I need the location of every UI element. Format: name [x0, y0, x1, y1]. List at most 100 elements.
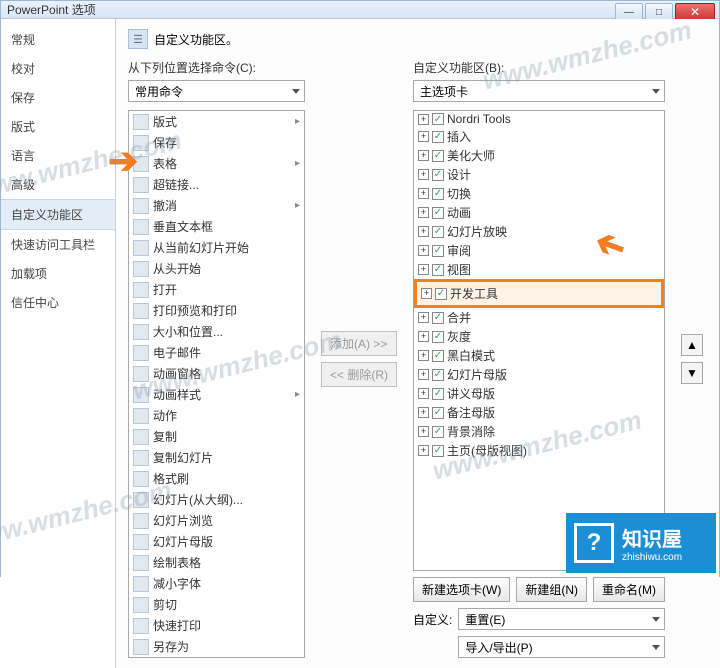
expand-icon[interactable]: +: [418, 150, 429, 161]
tree-checkbox[interactable]: [432, 207, 444, 219]
command-item[interactable]: 打印预览和打印: [129, 300, 304, 321]
tree-item[interactable]: +Nordri Tools: [414, 111, 664, 127]
command-item[interactable]: 幻灯片(从大纲)...: [129, 489, 304, 510]
tree-checkbox[interactable]: [432, 169, 444, 181]
tree-checkbox[interactable]: [432, 350, 444, 362]
tree-item[interactable]: +审阅: [414, 241, 664, 260]
command-item[interactable]: 动画样式▸: [129, 384, 304, 405]
tree-checkbox[interactable]: [432, 245, 444, 257]
tabs-scope-dropdown[interactable]: 主选项卡: [413, 80, 665, 102]
expand-icon[interactable]: +: [418, 388, 429, 399]
expand-icon[interactable]: +: [418, 312, 429, 323]
sidebar-item[interactable]: 快速访问工具栏: [1, 230, 115, 259]
expand-icon[interactable]: +: [418, 114, 429, 125]
commands-source-dropdown[interactable]: 常用命令: [128, 80, 305, 102]
tree-item[interactable]: +黑白模式: [414, 346, 664, 365]
expand-icon[interactable]: +: [418, 264, 429, 275]
command-item[interactable]: 减小字体: [129, 573, 304, 594]
tree-item[interactable]: +备注母版: [414, 403, 664, 422]
tree-checkbox[interactable]: [432, 407, 444, 419]
command-item[interactable]: 格式刷: [129, 468, 304, 489]
tree-checkbox[interactable]: [432, 388, 444, 400]
expand-icon[interactable]: +: [421, 288, 432, 299]
tree-item[interactable]: +灰度: [414, 327, 664, 346]
expand-icon[interactable]: +: [418, 188, 429, 199]
expand-icon[interactable]: +: [418, 169, 429, 180]
sidebar-item[interactable]: 校对: [1, 54, 115, 83]
tree-item[interactable]: +插入: [414, 127, 664, 146]
tree-checkbox[interactable]: [432, 131, 444, 143]
expand-icon[interactable]: +: [418, 407, 429, 418]
new-group-button[interactable]: 新建组(N): [516, 577, 587, 602]
tree-item[interactable]: +美化大师: [414, 146, 664, 165]
sidebar-item[interactable]: 版式: [1, 112, 115, 141]
command-item[interactable]: 幻灯片母版: [129, 531, 304, 552]
tree-checkbox[interactable]: [432, 226, 444, 238]
tree-checkbox[interactable]: [432, 445, 444, 457]
tree-item[interactable]: +幻灯片放映: [414, 222, 664, 241]
commands-listbox[interactable]: 版式▸保存表格▸超链接...撤消▸垂直文本框从当前幻灯片开始从头开始打开打印预览…: [128, 110, 305, 658]
tree-checkbox[interactable]: [432, 312, 444, 324]
command-item[interactable]: 版式▸: [129, 111, 304, 132]
command-item[interactable]: 复制幻灯片: [129, 447, 304, 468]
tree-checkbox[interactable]: [432, 150, 444, 162]
expand-icon[interactable]: +: [418, 131, 429, 142]
tree-checkbox[interactable]: [432, 264, 444, 276]
command-item[interactable]: 从头开始: [129, 258, 304, 279]
command-item[interactable]: 打开: [129, 279, 304, 300]
ribbon-tree[interactable]: +Nordri Tools+插入+美化大师+设计+切换+动画+幻灯片放映+审阅+…: [413, 110, 665, 571]
tree-checkbox[interactable]: [432, 369, 444, 381]
command-item[interactable]: 超链接...: [129, 174, 304, 195]
expand-icon[interactable]: +: [418, 369, 429, 380]
command-item[interactable]: 快速打印: [129, 615, 304, 636]
command-item[interactable]: 剪切: [129, 594, 304, 615]
tree-item[interactable]: +背景消除: [414, 422, 664, 441]
expand-icon[interactable]: +: [418, 331, 429, 342]
command-item[interactable]: 从当前幻灯片开始: [129, 237, 304, 258]
expand-icon[interactable]: +: [418, 245, 429, 256]
command-item[interactable]: 撤消▸: [129, 195, 304, 216]
expand-icon[interactable]: +: [418, 350, 429, 361]
tree-checkbox[interactable]: [432, 113, 444, 125]
tree-checkbox[interactable]: [432, 331, 444, 343]
tree-item[interactable]: +幻灯片母版: [414, 365, 664, 384]
command-item[interactable]: 垂直文本框: [129, 216, 304, 237]
command-item[interactable]: 大小和位置...: [129, 321, 304, 342]
sidebar-item[interactable]: 常规: [1, 25, 115, 54]
expand-icon[interactable]: +: [418, 207, 429, 218]
sidebar-item[interactable]: 信任中心: [1, 288, 115, 317]
tree-item[interactable]: +视图: [414, 260, 664, 279]
expand-icon[interactable]: +: [418, 426, 429, 437]
command-item[interactable]: 另存为: [129, 636, 304, 657]
add-button[interactable]: 添加(A) >>: [321, 331, 397, 356]
tree-item[interactable]: +合并: [414, 308, 664, 327]
tree-item[interactable]: +主页(母版视图): [414, 441, 664, 460]
rename-button[interactable]: 重命名(M): [593, 577, 665, 602]
command-item[interactable]: 表格▸: [129, 153, 304, 174]
tree-item[interactable]: +设计: [414, 165, 664, 184]
command-item[interactable]: 绘制表格: [129, 552, 304, 573]
tree-item[interactable]: +动画: [414, 203, 664, 222]
sidebar-item[interactable]: 高级: [1, 170, 115, 199]
tree-checkbox[interactable]: [432, 426, 444, 438]
tree-item[interactable]: +讲义母版: [414, 384, 664, 403]
move-down-button[interactable]: ▼: [681, 362, 703, 384]
command-item[interactable]: 动作: [129, 405, 304, 426]
remove-button[interactable]: << 删除(R): [321, 362, 397, 387]
move-up-button[interactable]: ▲: [681, 334, 703, 356]
sidebar-item[interactable]: 语言: [1, 141, 115, 170]
import-export-dropdown[interactable]: 导入/导出(P): [458, 636, 665, 658]
sidebar-item[interactable]: 保存: [1, 83, 115, 112]
command-item[interactable]: 保存: [129, 132, 304, 153]
tree-checkbox[interactable]: [435, 288, 447, 300]
tree-item[interactable]: +开发工具: [414, 279, 664, 308]
expand-icon[interactable]: +: [418, 445, 429, 456]
command-item[interactable]: 电子邮件: [129, 342, 304, 363]
command-item[interactable]: 幻灯片浏览: [129, 510, 304, 531]
reset-dropdown[interactable]: 重置(E): [458, 608, 665, 630]
sidebar-item[interactable]: 加载项: [1, 259, 115, 288]
expand-icon[interactable]: +: [418, 226, 429, 237]
tree-checkbox[interactable]: [432, 188, 444, 200]
new-tab-button[interactable]: 新建选项卡(W): [413, 577, 510, 602]
tree-item[interactable]: +切换: [414, 184, 664, 203]
